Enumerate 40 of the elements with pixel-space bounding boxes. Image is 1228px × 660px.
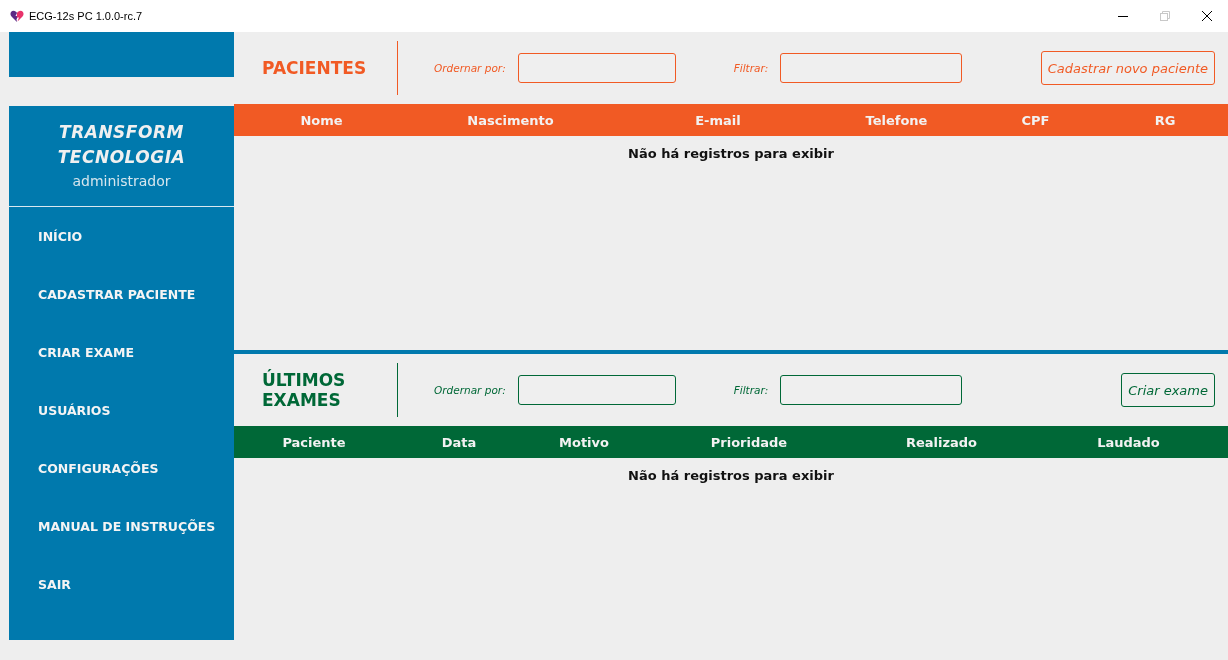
column-header[interactable]: Paciente	[234, 434, 394, 450]
sort-label: Ordernar por:	[434, 62, 506, 74]
nav-item[interactable]: USUÁRIOS	[9, 381, 234, 439]
column-header[interactable]: RG	[1102, 112, 1228, 128]
nav-item[interactable]: CRIAR EXAME	[9, 323, 234, 381]
column-header[interactable]: Telefone	[824, 112, 969, 128]
nav-item[interactable]: CADASTRAR PACIENTE	[9, 265, 234, 323]
nav-item[interactable]: MANUAL DE INSTRUÇÕES	[9, 497, 234, 555]
column-header[interactable]: Realizado	[854, 434, 1029, 450]
column-header[interactable]: Nascimento	[409, 112, 612, 128]
sort-field[interactable]	[517, 53, 676, 83]
sort-field[interactable]	[517, 375, 676, 405]
nav-item[interactable]: SAIR	[9, 555, 234, 613]
column-header[interactable]: CPF	[969, 112, 1102, 128]
company-name: TECNOLOGIA	[57, 146, 186, 169]
nav-item[interactable]: INÍCIO	[9, 207, 234, 265]
sort-label: Ordernar por:	[434, 384, 506, 396]
company-name: TRANSFORM	[59, 121, 184, 144]
column-header[interactable]: Motivo	[524, 434, 644, 450]
filter-label: Filtrar:	[733, 62, 769, 74]
close-icon[interactable]	[1202, 11, 1212, 21]
nav-item[interactable]: CONFIGURAÇÕES	[9, 439, 234, 497]
window-title: ECG-12s PC 1.0.0-rc.7	[29, 10, 143, 22]
filter-field[interactable]	[780, 375, 963, 405]
section-title: ÚLTIMOS EXAMES	[261, 370, 347, 410]
column-header[interactable]: E-mail	[612, 112, 824, 128]
empty-message: Não há registros para exibir	[628, 146, 834, 162]
heart-logo-icon	[10, 9, 24, 23]
filter-field[interactable]	[780, 53, 963, 83]
section-title: PACIENTES	[261, 58, 368, 78]
column-header[interactable]: Prioridade	[644, 434, 854, 450]
user-role: administrador	[72, 172, 171, 191]
new-patient-button[interactable]: Cadastrar novo paciente	[1040, 51, 1215, 85]
filter-label: Filtrar:	[733, 384, 769, 396]
column-header[interactable]: Nome	[234, 112, 409, 128]
create-exam-button[interactable]: Criar exame	[1121, 373, 1215, 407]
empty-message: Não há registros para exibir	[628, 468, 834, 484]
minimize-icon[interactable]	[1118, 15, 1128, 17]
column-header[interactable]: Laudado	[1029, 434, 1228, 450]
column-header[interactable]: Data	[394, 434, 524, 450]
